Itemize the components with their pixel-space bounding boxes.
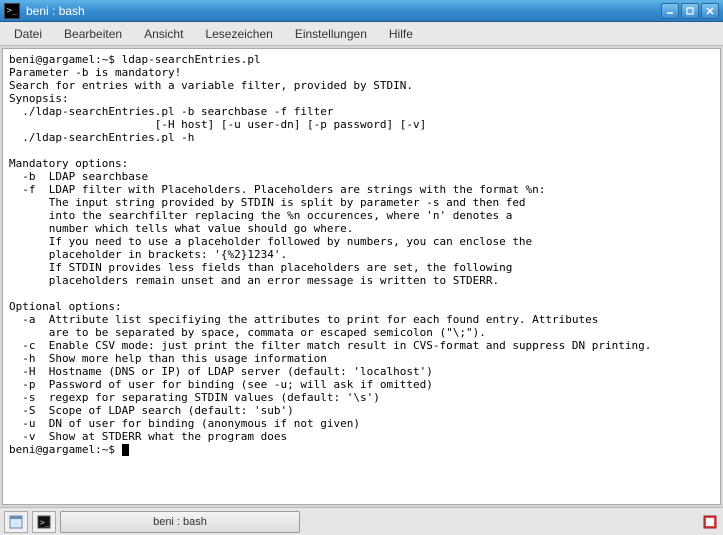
window-controls bbox=[661, 3, 719, 19]
window-title: beni : bash bbox=[26, 4, 661, 18]
taskbar: >_ beni : bash bbox=[0, 507, 723, 535]
titlebar[interactable]: >_ beni : bash bbox=[0, 0, 723, 22]
tray-icon[interactable] bbox=[701, 513, 719, 531]
menu-bearbeiten[interactable]: Bearbeiten bbox=[54, 24, 132, 44]
prompt: beni@gargamel:~$ bbox=[9, 53, 122, 66]
minimize-button[interactable] bbox=[661, 3, 679, 19]
menu-einstellungen[interactable]: Einstellungen bbox=[285, 24, 377, 44]
menu-lesezeichen[interactable]: Lesezeichen bbox=[195, 24, 282, 44]
menu-hilfe[interactable]: Hilfe bbox=[379, 24, 423, 44]
show-desktop-button[interactable] bbox=[4, 511, 28, 533]
terminal-output: Parameter -b is mandatory! Search for en… bbox=[9, 66, 651, 443]
taskbar-window-button[interactable]: beni : bash bbox=[60, 511, 300, 533]
maximize-button[interactable] bbox=[681, 3, 699, 19]
terminal-app-icon: >_ bbox=[4, 3, 20, 19]
terminal-launcher-icon[interactable]: >_ bbox=[32, 511, 56, 533]
prompt: beni@gargamel:~$ bbox=[9, 443, 122, 456]
terminal-window: >_ beni : bash Datei Bearbeiten Ansicht … bbox=[0, 0, 723, 535]
svg-text:>_: >_ bbox=[40, 518, 50, 527]
terminal-area[interactable]: beni@gargamel:~$ ldap-searchEntries.pl P… bbox=[2, 48, 721, 505]
menubar: Datei Bearbeiten Ansicht Lesezeichen Ein… bbox=[0, 22, 723, 46]
menu-ansicht[interactable]: Ansicht bbox=[134, 24, 193, 44]
command-text: ldap-searchEntries.pl bbox=[122, 53, 261, 66]
close-button[interactable] bbox=[701, 3, 719, 19]
taskbar-window-label: beni : bash bbox=[153, 516, 207, 528]
cursor bbox=[122, 444, 129, 456]
menu-datei[interactable]: Datei bbox=[4, 24, 52, 44]
